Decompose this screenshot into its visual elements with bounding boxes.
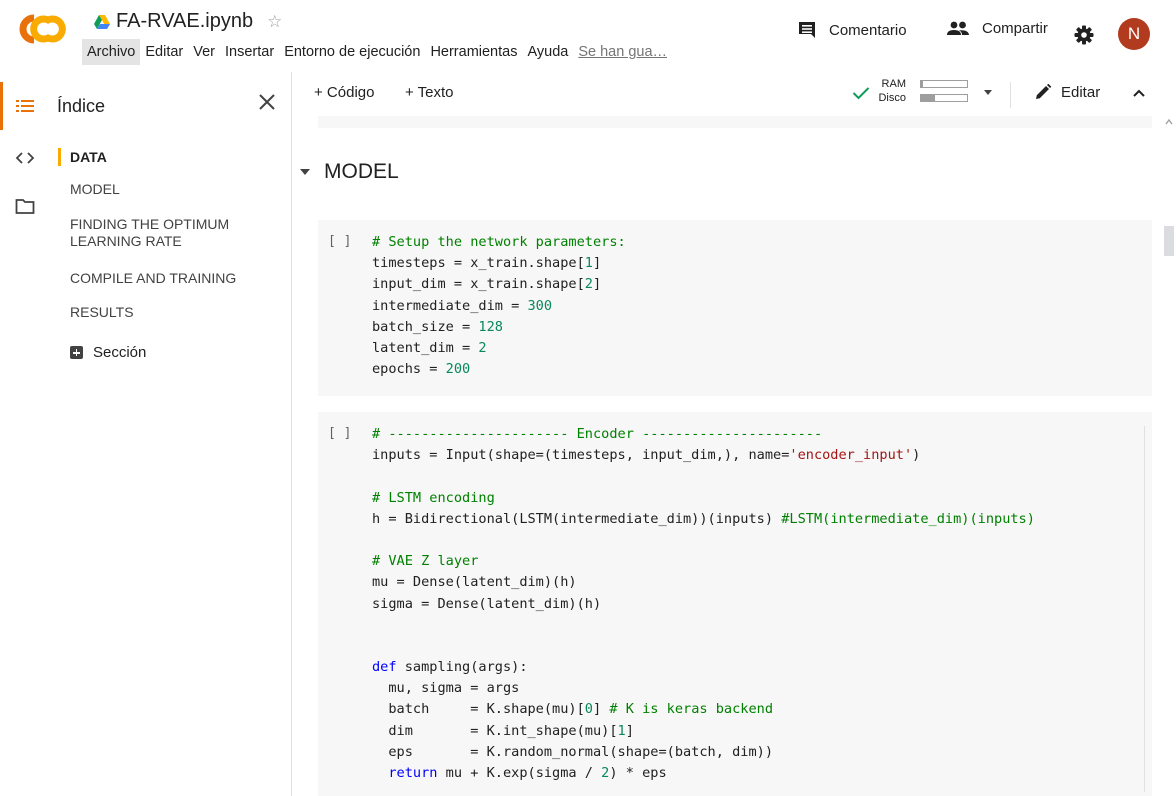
menu-ayuda[interactable]: Ayuda <box>522 39 573 65</box>
code-line[interactable]: inputs = Input(shape=(timesteps, input_d… <box>372 445 1035 466</box>
google-drive-icon <box>94 14 110 29</box>
toc-active-marker <box>58 148 61 166</box>
title-row: FA-RVAE.ipynb ☆ <box>94 10 282 33</box>
check-icon <box>852 87 870 100</box>
table-of-contents-icon[interactable] <box>14 95 36 117</box>
rail-active-indicator <box>0 82 3 130</box>
editor-ruler <box>1144 426 1145 792</box>
notebook-area: MODEL [ ] # Setup the network parameters… <box>292 116 1162 796</box>
vertical-scrollbar[interactable] <box>1162 116 1176 796</box>
toc-item-learning-rate[interactable]: FINDING THE OPTIMUM LEARNING RATE <box>70 216 270 250</box>
section-heading[interactable]: MODEL <box>300 160 399 184</box>
gear-icon[interactable] <box>1074 25 1094 45</box>
code-line[interactable]: sigma = Dense(latent_dim)(h) <box>372 594 1035 615</box>
save-status-link[interactable]: Se han gua… <box>573 39 672 65</box>
ram-meter-fill <box>921 81 923 87</box>
add-code-button[interactable]: + Código <box>314 84 374 101</box>
collapse-triangle-icon[interactable] <box>300 169 310 175</box>
header: FA-RVAE.ipynb ☆ Archivo Editar Ver Inser… <box>0 0 1176 72</box>
pencil-icon <box>1036 83 1052 99</box>
left-rail <box>0 72 50 796</box>
comment-button[interactable]: Comentario <box>797 20 907 40</box>
edit-label: Editar <box>1061 83 1101 101</box>
chevron-up-icon[interactable] <box>1132 86 1146 100</box>
code-line[interactable]: mu, sigma = args <box>372 678 1035 699</box>
close-icon[interactable] <box>257 92 277 112</box>
toc-item-data[interactable]: DATA <box>70 149 107 166</box>
code-line[interactable]: dim = K.int_shape(mu)[1] <box>372 721 1035 742</box>
disk-label: Disco <box>878 92 906 104</box>
code-cell[interactable]: [ ] # Setup the network parameters: times… <box>318 220 1152 396</box>
code-line[interactable]: batch_size = 128 <box>372 317 626 338</box>
toc-item-compile-training[interactable]: COMPILE AND TRAINING <box>70 270 236 287</box>
menu-ver[interactable]: Ver <box>188 39 220 65</box>
code-line[interactable] <box>372 466 1035 487</box>
folder-icon[interactable] <box>14 195 36 217</box>
code-cell[interactable]: [ ] # ---------------------- Encoder ---… <box>318 412 1152 796</box>
menu-editar[interactable]: Editar <box>140 39 188 65</box>
code-editor[interactable]: # Setup the network parameters: timesteps… <box>372 232 626 380</box>
section-heading-text: MODEL <box>324 160 399 183</box>
code-line[interactable]: return mu + K.exp(sigma / 2) * eps <box>372 763 1035 784</box>
scroll-up-arrow-icon[interactable] <box>1165 118 1173 126</box>
code-line[interactable]: # VAE Z layer <box>372 551 1035 572</box>
toc-item-model[interactable]: MODEL <box>70 181 120 198</box>
run-cell-button[interactable]: [ ] <box>328 234 351 249</box>
run-cell-button[interactable]: [ ] <box>328 426 351 441</box>
add-section-label: Sección <box>93 344 147 361</box>
code-line[interactable]: epochs = 200 <box>372 359 626 380</box>
menu-entorno-ejecucion[interactable]: Entorno de ejecución <box>279 39 425 65</box>
add-section-button[interactable]: Sección <box>70 344 146 361</box>
menu-archivo[interactable]: Archivo <box>82 39 141 65</box>
share-button[interactable]: Compartir <box>946 20 1048 37</box>
ram-label: RAM <box>881 78 906 90</box>
comment-icon <box>799 22 815 38</box>
code-line[interactable]: batch = K.shape(mu)[0] # K is keras back… <box>372 699 1035 720</box>
code-line[interactable]: timesteps = x_train.shape[1] <box>372 253 626 274</box>
notebook-toolbar: + Código + Texto RAM Disco Editar <box>292 72 1176 116</box>
add-box-icon <box>70 346 83 359</box>
toc-item-results[interactable]: RESULTS <box>70 304 134 321</box>
code-editor[interactable]: # ---------------------- Encoder -------… <box>372 424 1035 784</box>
share-label: Compartir <box>982 20 1048 37</box>
code-line[interactable]: # ---------------------- Encoder -------… <box>372 424 1035 445</box>
people-icon <box>947 21 969 35</box>
star-icon[interactable]: ☆ <box>267 12 282 32</box>
resources-labels[interactable]: RAM Disco <box>876 77 906 105</box>
code-line[interactable]: intermediate_dim = 300 <box>372 296 626 317</box>
menu-herramientas[interactable]: Herramientas <box>425 39 522 65</box>
previous-cell[interactable] <box>318 116 1152 128</box>
sidebar-title: Índice <box>57 96 106 116</box>
code-line[interactable]: def sampling(args): <box>372 657 1035 678</box>
edit-button[interactable]: Editar <box>1034 83 1100 101</box>
menu-insertar[interactable]: Insertar <box>220 39 279 65</box>
notebook-title[interactable]: FA-RVAE.ipynb <box>116 10 253 33</box>
colab-logo-icon[interactable] <box>18 14 70 44</box>
code-line[interactable] <box>372 530 1035 551</box>
menu-bar: Archivo Editar Ver Insertar Entorno de e… <box>82 37 672 67</box>
add-text-button[interactable]: + Texto <box>405 84 454 101</box>
code-line[interactable]: mu = Dense(latent_dim)(h) <box>372 572 1035 593</box>
scrollbar-thumb[interactable] <box>1164 226 1174 256</box>
comment-label: Comentario <box>829 21 907 39</box>
code-line[interactable]: input_dim = x_train.shape[2] <box>372 274 626 295</box>
code-line[interactable]: latent_dim = 2 <box>372 338 626 359</box>
disk-meter-fill <box>921 95 935 101</box>
disk-meter <box>920 94 968 102</box>
toc-sidebar: Índice DATA MODEL FINDING THE OPTIMUM LE… <box>50 72 292 796</box>
runtime-dropdown-icon[interactable] <box>984 90 992 95</box>
ram-meter <box>920 80 968 88</box>
code-line[interactable]: # Setup the network parameters: <box>372 232 626 253</box>
code-line[interactable]: h = Bidirectional(LSTM(intermediate_dim)… <box>372 509 1035 530</box>
code-line[interactable]: # LSTM encoding <box>372 488 1035 509</box>
code-line[interactable]: eps = K.random_normal(shape=(batch, dim)… <box>372 742 1035 763</box>
code-snippets-icon[interactable] <box>14 147 36 169</box>
avatar[interactable]: N <box>1118 18 1150 50</box>
code-line[interactable] <box>372 615 1035 636</box>
toolbar-divider <box>1010 82 1011 108</box>
code-line[interactable] <box>372 636 1035 657</box>
